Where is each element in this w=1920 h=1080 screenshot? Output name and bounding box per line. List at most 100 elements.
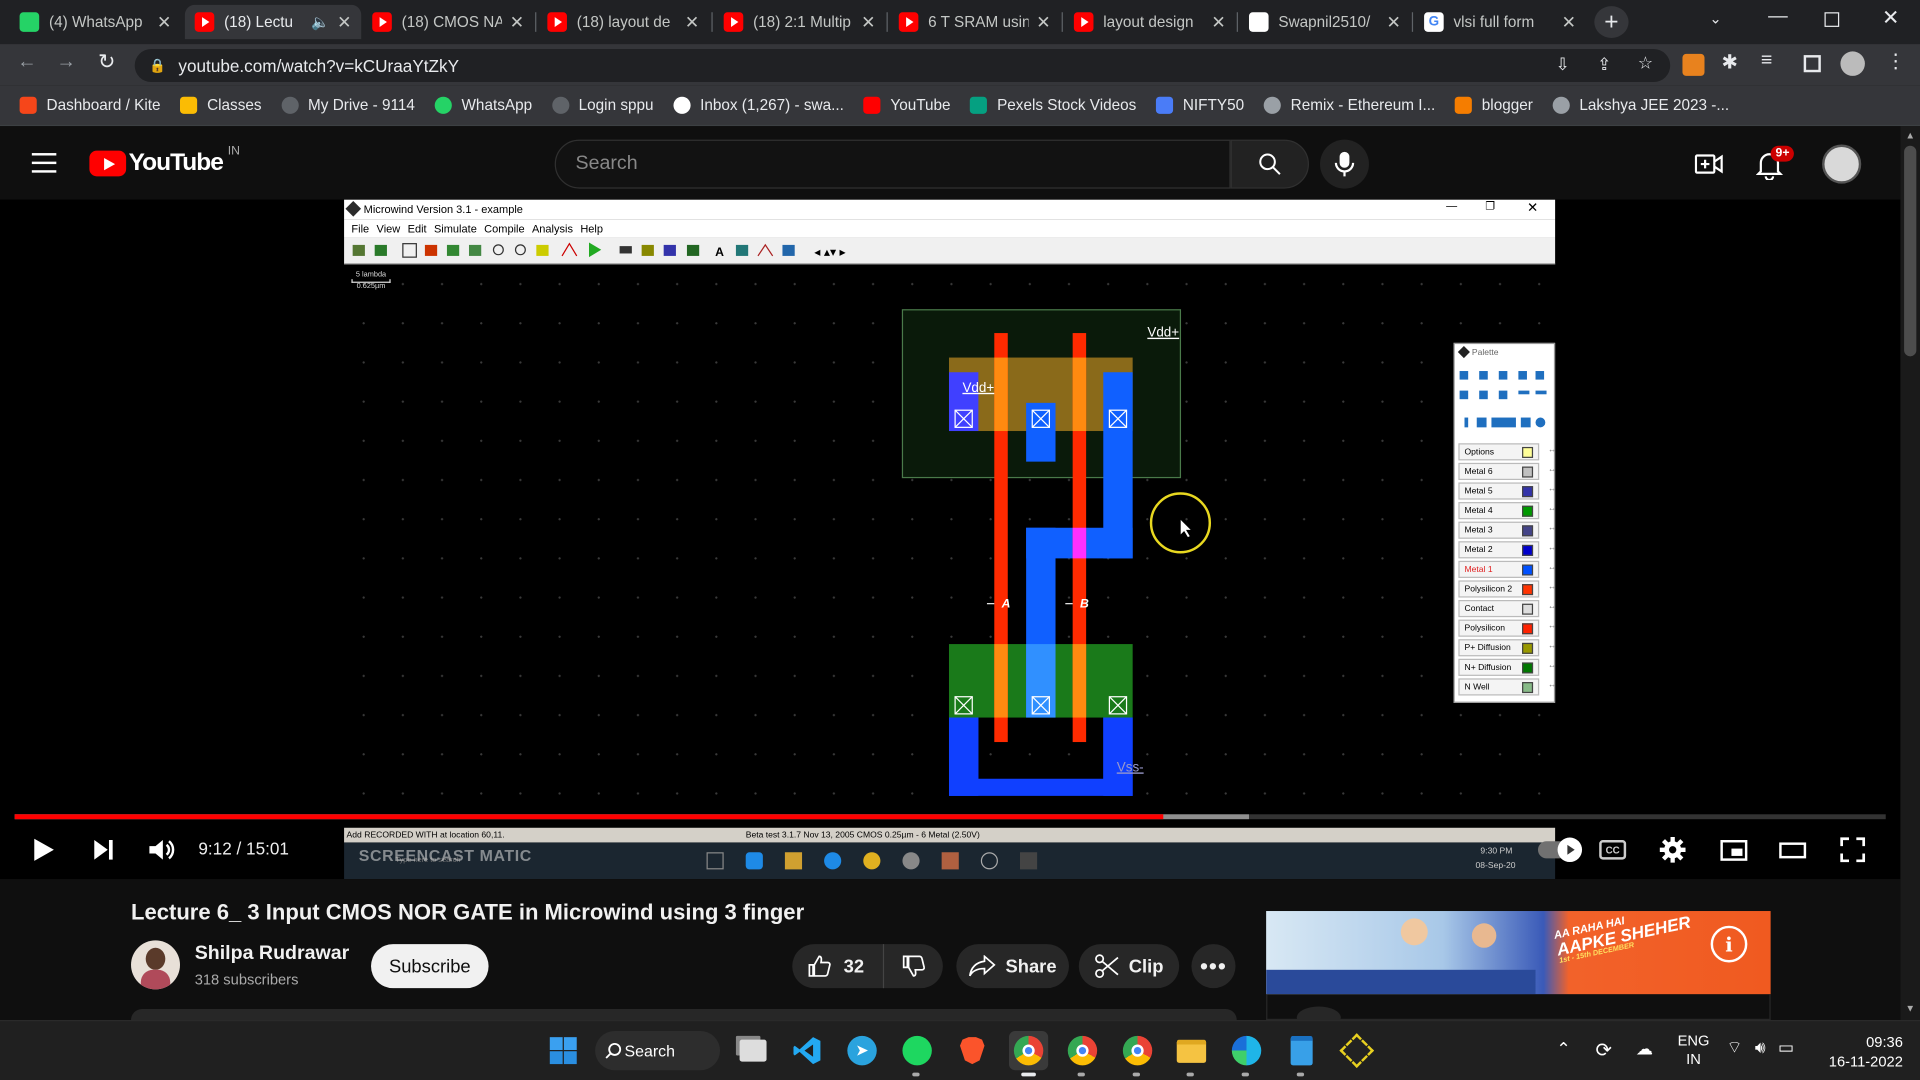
create-video-button[interactable] — [1694, 152, 1724, 183]
close-tab-icon[interactable]: ✕ — [157, 12, 171, 33]
tab-cmos-nand[interactable]: (18) CMOS NA ✕ — [362, 5, 533, 39]
channel-avatar[interactable] — [131, 940, 181, 990]
audio-playing-icon[interactable]: 🔈 — [311, 13, 329, 30]
bookmark-whatsapp[interactable]: WhatsApp — [434, 96, 532, 114]
settings-button[interactable] — [1657, 834, 1689, 866]
bookmark-lakshya[interactable]: Lakshya JEE 2023 -... — [1552, 96, 1729, 114]
youtube-logo[interactable]: YouTube IN — [89, 144, 240, 177]
notifications-button[interactable]: 9+ — [1755, 145, 1795, 187]
language-indicator[interactable]: ENG IN — [1678, 1032, 1710, 1069]
bookmark-youtube[interactable]: YouTube — [863, 96, 951, 114]
telegram-button[interactable]: ➤ — [845, 1033, 879, 1067]
quick-settings-button[interactable]: ⌔ 🔊︎ ▭ — [1727, 1037, 1795, 1059]
ad-info-icon[interactable]: i — [1710, 925, 1748, 963]
dislike-button[interactable] — [884, 944, 943, 988]
restore-icon[interactable] — [1824, 12, 1840, 27]
bookmark-blogger[interactable]: blogger — [1454, 96, 1533, 114]
scroll-down-icon[interactable]: ▼ — [1905, 1003, 1915, 1014]
minimize-icon[interactable]: — — [1768, 6, 1788, 28]
play-button[interactable] — [27, 833, 61, 867]
reading-list-icon[interactable]: ≡ — [1761, 50, 1772, 72]
extensions-icon[interactable]: ✱ — [1722, 50, 1738, 74]
clip-button[interactable]: Clip — [1078, 944, 1180, 989]
bookmark-star-icon[interactable]: ☆ — [1638, 53, 1653, 74]
spotify-button[interactable] — [900, 1033, 934, 1077]
profile-avatar[interactable] — [1840, 51, 1865, 76]
reload-icon[interactable]: ↻ — [98, 50, 115, 74]
close-tab-icon[interactable]: ✕ — [685, 12, 699, 33]
menu-kebab-icon[interactable]: ⋮ — [1886, 49, 1906, 73]
video-progress-bar[interactable] — [14, 814, 1886, 820]
microwind-taskbar-button[interactable] — [1339, 1033, 1375, 1068]
search-input[interactable]: Search — [554, 139, 1231, 189]
fullscreen-button[interactable] — [1837, 834, 1869, 866]
chrome-button-active[interactable] — [1008, 1031, 1049, 1077]
start-button[interactable] — [546, 1033, 580, 1067]
back-icon[interactable]: ← — [17, 51, 37, 73]
tab-github[interactable]: Swapnil2510/ ✕ — [1239, 5, 1410, 39]
scroll-up-icon[interactable]: ▲ — [1905, 130, 1915, 141]
bookmark-classes[interactable]: Classes — [180, 96, 262, 114]
close-tab-icon[interactable]: ✕ — [1386, 12, 1400, 33]
more-actions-button[interactable]: ••• — [1191, 944, 1236, 989]
close-tab-icon[interactable]: ✕ — [1211, 12, 1225, 33]
subscribe-button[interactable]: Subscribe — [371, 944, 489, 989]
lock-icon[interactable]: 🔒 — [149, 58, 166, 74]
chrome-profile-3-button[interactable] — [1120, 1033, 1154, 1077]
side-panel-icon[interactable] — [1803, 55, 1821, 73]
edge-button[interactable] — [1229, 1033, 1263, 1077]
file-explorer-button[interactable] — [1174, 1033, 1208, 1077]
tab-lecture-active[interactable]: (18) Lectu 🔈 ✕ — [184, 4, 362, 40]
tab-google[interactable]: G vlsi full form ✕ — [1414, 5, 1585, 39]
description-box[interactable] — [131, 1008, 1237, 1021]
vscode-button[interactable] — [790, 1033, 824, 1067]
bookmark-kite[interactable]: Dashboard / Kite — [19, 96, 161, 114]
close-window-icon[interactable]: ✕ — [1882, 6, 1899, 30]
video-player[interactable]: Microwind Version 3.1 - example — ❐ ✕ Fi… — [0, 199, 1901, 880]
install-icon[interactable]: ⇩ — [1555, 54, 1569, 75]
channel-name[interactable]: Shilpa Rudrawar — [195, 943, 350, 965]
bookmark-pexels[interactable]: Pexels Stock Videos — [970, 96, 1136, 114]
close-tab-icon[interactable]: ✕ — [861, 12, 875, 33]
autoplay-toggle[interactable] — [1537, 835, 1583, 864]
tab-layout-design-1[interactable]: (18) layout de ✕ — [538, 5, 709, 39]
address-bar[interactable]: 🔒 youtube.com/watch?v=kCUraaYtZkY ⇩ ⇪ ☆ — [134, 48, 1671, 83]
show-hidden-icons-chevron[interactable]: ⌃ — [1556, 1038, 1570, 1059]
theater-mode-button[interactable] — [1777, 835, 1809, 864]
like-button[interactable]: 32 — [792, 944, 885, 989]
tab-sram[interactable]: 6 T SRAM usin ✕ — [889, 5, 1060, 39]
bookmark-inbox[interactable]: Inbox (1,267) - swa... — [673, 96, 844, 114]
share-button[interactable]: Share — [956, 944, 1069, 989]
bookmark-drive[interactable]: My Drive - 9114 — [281, 96, 415, 114]
tab-layout-design-2[interactable]: layout design ✕ — [1064, 5, 1235, 39]
taskbar-search-button[interactable]: Search — [595, 1031, 721, 1071]
tab-whatsapp[interactable]: (4) WhatsApp ✕ — [10, 5, 181, 39]
next-button[interactable] — [86, 833, 120, 867]
volume-button[interactable] — [144, 833, 178, 867]
account-avatar[interactable] — [1822, 144, 1862, 184]
close-tab-icon[interactable]: ✕ — [1036, 12, 1050, 33]
bookmark-remix[interactable]: Remix - Ethereum I... — [1263, 96, 1435, 114]
forward-icon[interactable]: → — [56, 51, 76, 73]
brave-button[interactable] — [955, 1033, 989, 1067]
close-tab-icon[interactable]: ✕ — [337, 12, 351, 33]
tab-search-icon[interactable]: ⌄ — [1709, 10, 1721, 27]
voice-search-button[interactable] — [1320, 139, 1369, 189]
bookmark-sppu[interactable]: Login sppu — [551, 96, 654, 114]
close-tab-icon[interactable]: ✕ — [510, 12, 524, 33]
subtitles-button[interactable]: CC — [1597, 835, 1629, 864]
hamburger-menu-icon[interactable] — [31, 153, 57, 173]
notepad-button[interactable] — [1285, 1033, 1319, 1077]
metamask-icon[interactable] — [1682, 53, 1705, 76]
search-button[interactable] — [1230, 139, 1309, 189]
clock[interactable]: 09:36 16-11-2022 — [1822, 1032, 1903, 1071]
url-text[interactable]: youtube.com/watch?v=kCUraaYtZkY — [178, 56, 459, 76]
page-scrollbar[interactable]: ▲ ▼ — [1900, 126, 1920, 1021]
onedrive-error-icon[interactable]: ☁ — [1636, 1038, 1653, 1059]
close-tab-icon[interactable]: ✕ — [1562, 12, 1576, 33]
miniplayer-button[interactable] — [1718, 835, 1750, 864]
sync-icon[interactable]: ⟳ — [1596, 1038, 1612, 1062]
share-icon[interactable]: ⇪ — [1597, 54, 1611, 75]
bookmark-nifty[interactable]: NIFTY50 — [1155, 96, 1244, 114]
task-view-button[interactable] — [736, 1033, 770, 1067]
